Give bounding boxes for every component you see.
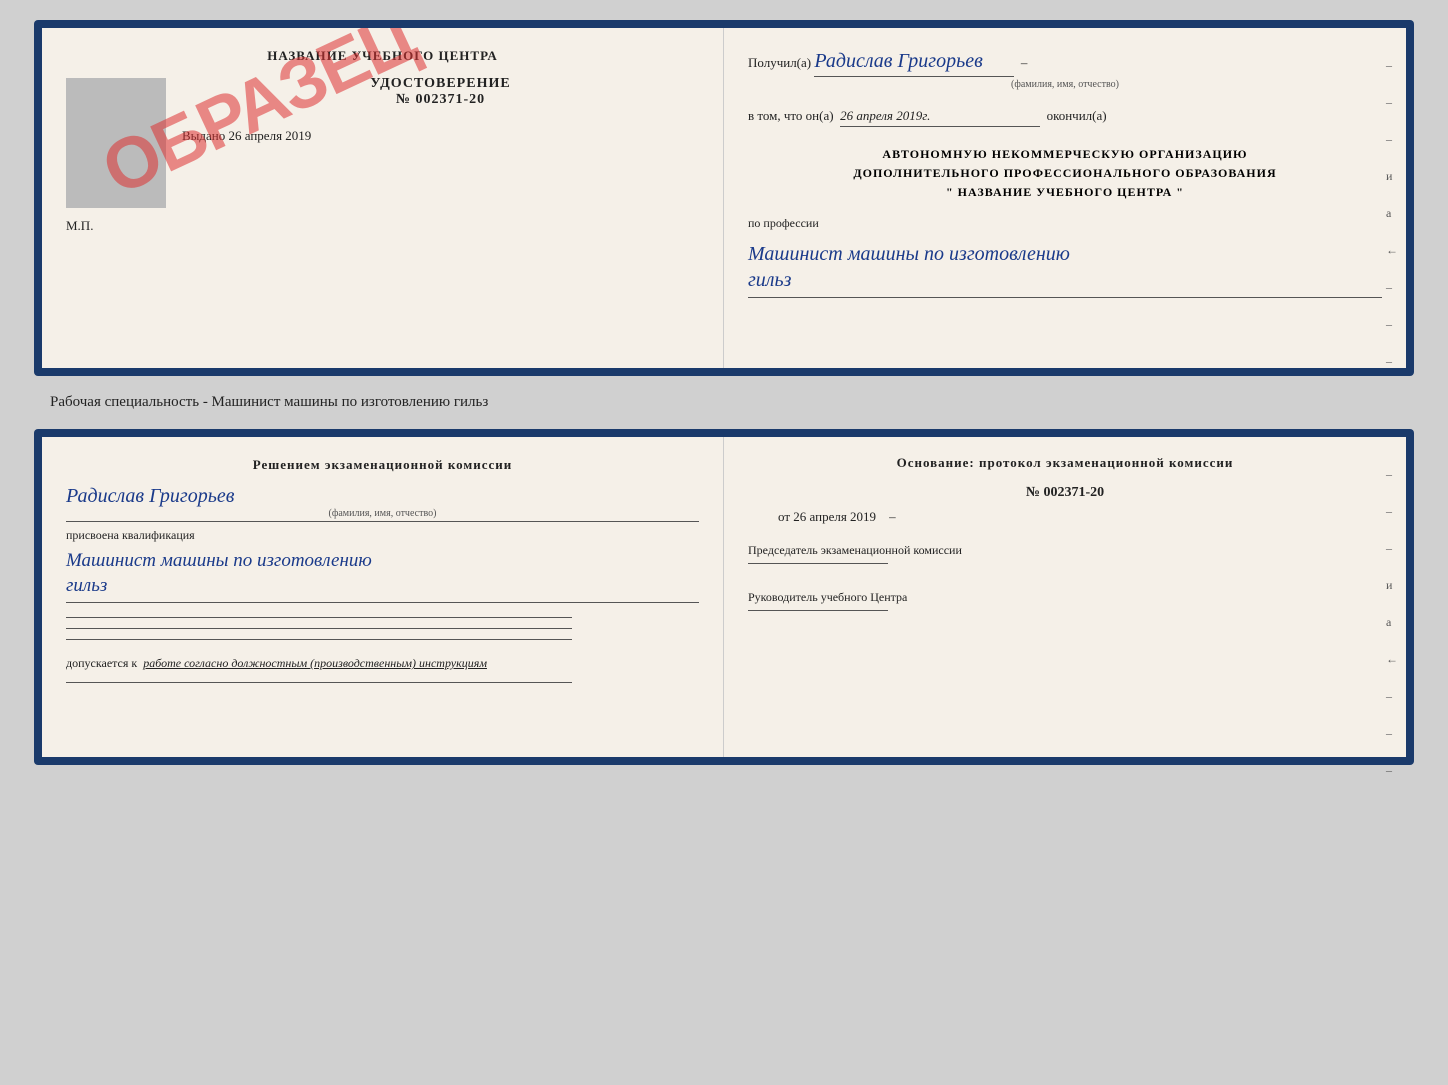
vydano-line: Выдано 26 апреля 2019 <box>182 128 699 144</box>
chairman-signature-line <box>748 563 888 564</box>
org-line1: АВТОНОМНУЮ НЕКОММЕРЧЕСКУЮ ОРГАНИЗАЦИЮ <box>748 145 1382 164</box>
vydano-date: 26 апреля 2019 <box>229 128 312 143</box>
bdash-7: – <box>1386 689 1398 704</box>
top-left-content-row: УДОСТОВЕРЕНИЕ № 002371-20 Выдано 26 апре… <box>66 72 699 208</box>
bottom-profession-1: Машинист машины по изготовлению <box>66 550 372 571</box>
bdash-8: – <box>1386 726 1398 741</box>
name-underline: Радислав Григорьев <box>814 46 1014 77</box>
dash-7: – <box>1386 280 1398 295</box>
bottom-name-caption: (фамилия, имя, отчество) <box>66 508 699 519</box>
top-left-title: НАЗВАНИЕ УЧЕБНОГО ЦЕНТРА <box>66 48 699 64</box>
bottom-profession-2: гильз <box>66 575 107 596</box>
profession-text-2: гильз <box>748 269 791 291</box>
bottom-name-block: Радислав Григорьев (фамилия, имя, отчест… <box>66 485 699 522</box>
profession-text-1: Машинист машины по изготовлению <box>748 243 1070 265</box>
top-document-inner: НАЗВАНИЕ УЧЕБНОГО ЦЕНТРА УДОСТОВЕРЕНИЕ №… <box>42 28 1406 368</box>
ot-prefix: от <box>778 509 790 524</box>
dash-8: – <box>1386 317 1398 332</box>
vtom-line: в том, что он(а) 26 апреля 2019г. окончи… <box>748 106 1382 127</box>
dash-6: ← <box>1386 243 1398 258</box>
underline-4 <box>66 682 572 683</box>
director-block: Руководитель учебного Центра <box>748 588 1382 611</box>
org-line2: ДОПОЛНИТЕЛЬНОГО ПРОФЕССИОНАЛЬНОГО ОБРАЗО… <box>748 164 1382 183</box>
underline-3 <box>66 639 572 640</box>
director-label: Руководитель учебного Центра <box>748 590 907 604</box>
bottom-side-dashes: – – – и а ← – – – <box>1386 467 1398 778</box>
top-right-panel: – – – и а ← – – – Получил(а) Радислав Гр… <box>724 28 1406 368</box>
vtom-date: 26 апреля 2019г. <box>840 108 930 123</box>
poluchil-line: Получил(а) Радислав Григорьев – (фамилия… <box>748 46 1382 92</box>
dopuskaetsya-prefix: допускается к <box>66 656 137 670</box>
bdash-9: – <box>1386 763 1398 778</box>
okonchil-label: окончил(а) <box>1047 108 1107 123</box>
bottom-left-heading: Решением экзаменационной комиссии <box>66 457 699 473</box>
udostoverenie-label: УДОСТОВЕРЕНИЕ <box>182 76 699 92</box>
prisvoena-label: присвоена квалификация <box>66 528 699 543</box>
po-professii-label: по профессии <box>748 216 1382 231</box>
bdash-5: а <box>1386 615 1398 630</box>
bottom-date-line: от 26 апреля 2019 – <box>778 509 1382 525</box>
dash-2: – <box>1386 95 1398 110</box>
chairman-label: Председатель экзаменационной комиссии <box>748 543 962 557</box>
bottom-doc-number: № 002371-20 <box>748 485 1382 501</box>
separator-label: Рабочая специальность - Машинист машины … <box>20 394 488 411</box>
side-dashes: – – – и а ← – – – <box>1386 58 1398 369</box>
dash-5: а <box>1386 206 1398 221</box>
top-left-text-col: УДОСТОВЕРЕНИЕ № 002371-20 Выдано 26 апре… <box>182 72 699 144</box>
dash-1: – <box>1386 58 1398 73</box>
org-name: " НАЗВАНИЕ УЧЕБНОГО ЦЕНТРА " <box>748 183 1382 202</box>
dash-4: и <box>1386 169 1398 184</box>
dopuskaetsya-block: допускается к работе согласно должностны… <box>66 654 699 672</box>
bdash-3: – <box>1386 541 1398 556</box>
photo-placeholder <box>66 78 166 208</box>
recipient-name: Радислав Григорьев <box>814 50 982 72</box>
vydano-label: Выдано <box>182 128 225 143</box>
ot-date: 26 апреля 2019 <box>793 509 876 524</box>
top-left-panel: НАЗВАНИЕ УЧЕБНОГО ЦЕНТРА УДОСТОВЕРЕНИЕ №… <box>42 28 724 368</box>
dash-9: – <box>1386 354 1398 369</box>
bdash-4: и <box>1386 578 1398 593</box>
profession-block: Машинист машины по изготовлению гильз <box>748 241 1382 298</box>
poluchil-prefix: Получил(а) <box>748 55 811 70</box>
bottom-profession-block: Машинист машины по изготовлению гильз <box>66 549 699 603</box>
bdash-2: – <box>1386 504 1398 519</box>
bdash-6: ← <box>1386 652 1398 667</box>
top-document-wrapper: НАЗВАНИЕ УЧЕБНОГО ЦЕНТРА УДОСТОВЕРЕНИЕ №… <box>34 20 1414 376</box>
doc-number: № 002371-20 <box>182 92 699 108</box>
vtom-prefix: в том, что он(а) <box>748 108 834 123</box>
mp-line: М.П. <box>66 218 699 234</box>
bottom-right-panel: – – – и а ← – – – Основание: протокол эк… <box>724 437 1406 757</box>
underline-2 <box>66 628 572 629</box>
bottom-document-inner: Решением экзаменационной комиссии Радисл… <box>42 437 1406 757</box>
org-block: АВТОНОМНУЮ НЕКОММЕРЧЕСКУЮ ОРГАНИЗАЦИЮ ДО… <box>748 145 1382 203</box>
bdash-1: – <box>1386 467 1398 482</box>
chairman-block: Председатель экзаменационной комиссии <box>748 541 1382 564</box>
bottom-recipient-name: Радислав Григорьев <box>66 485 234 507</box>
bottom-left-panel: Решением экзаменационной комиссии Радисл… <box>42 437 724 757</box>
dopuskaetsya-text: работе согласно должностным (производств… <box>143 656 487 670</box>
vtom-date-underline: 26 апреля 2019г. <box>840 106 1040 127</box>
name-caption: (фамилия, имя, отчество) <box>748 77 1382 92</box>
bottom-document-wrapper: Решением экзаменационной комиссии Радисл… <box>34 429 1414 765</box>
underline-1 <box>66 617 572 618</box>
director-signature-line <box>748 610 888 611</box>
bottom-right-heading: Основание: протокол экзаменационной коми… <box>748 455 1382 471</box>
dash-3: – <box>1386 132 1398 147</box>
